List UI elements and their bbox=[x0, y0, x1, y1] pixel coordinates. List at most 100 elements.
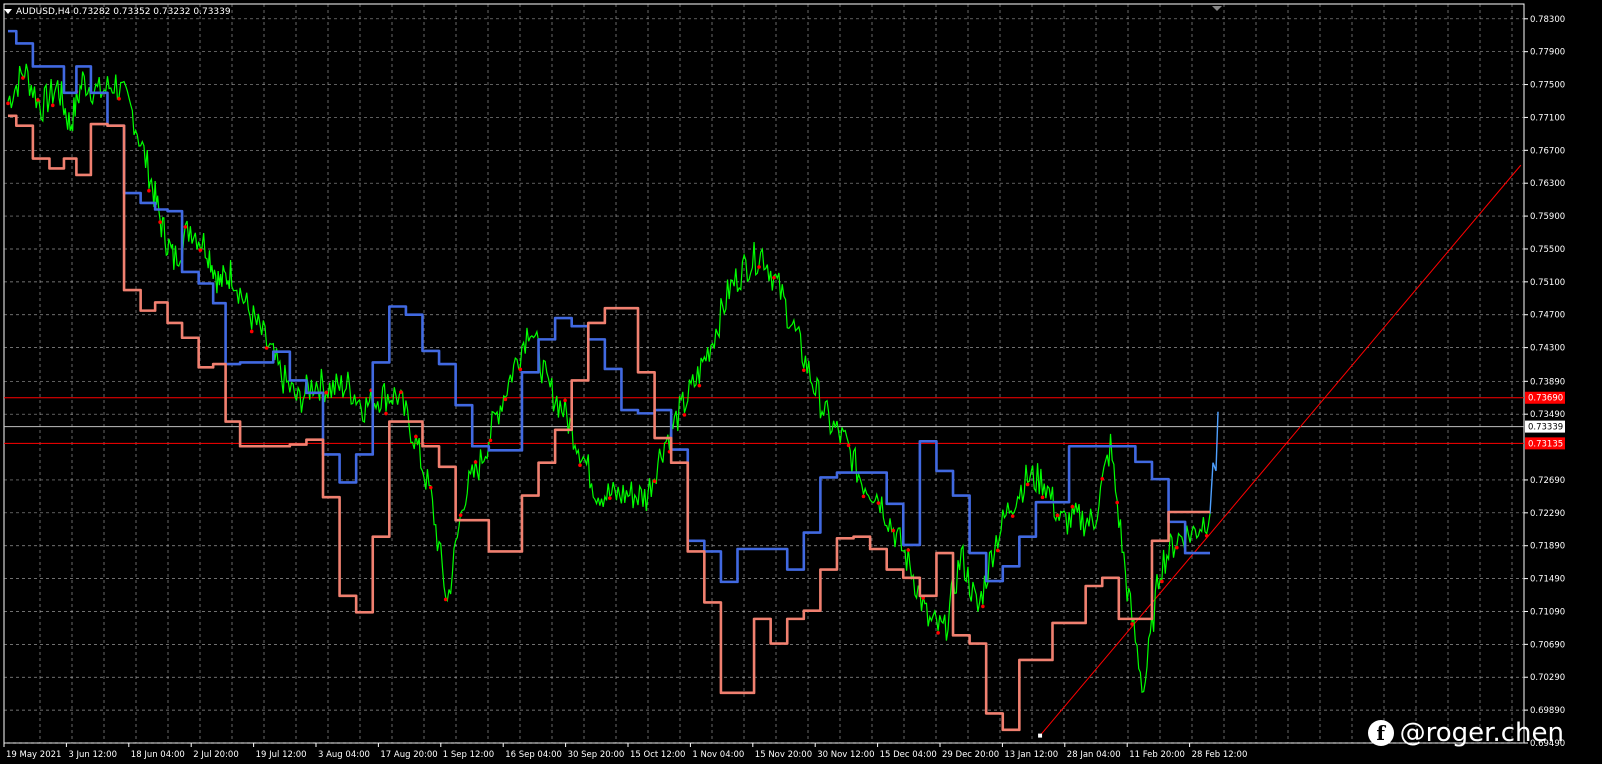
x-tick-label: 18 Jun 04:00 bbox=[131, 750, 185, 760]
x-tick-label: 1 Sep 12:00 bbox=[443, 750, 494, 760]
signal-dot bbox=[906, 548, 911, 552]
signal-dot bbox=[1040, 495, 1045, 500]
signal-dot bbox=[21, 76, 25, 80]
y-tick-label: 0.72290 bbox=[1530, 509, 1565, 519]
signal-dot bbox=[1115, 500, 1119, 505]
symbol-label: AUDUSD,H4 bbox=[16, 7, 71, 17]
y-tick-label: 0.75900 bbox=[1530, 212, 1565, 222]
signal-dot bbox=[249, 329, 254, 334]
signal-dot bbox=[1025, 482, 1030, 487]
x-tick-label: 30 Sep 20:00 bbox=[568, 750, 625, 760]
signal-dot bbox=[36, 98, 40, 102]
signal-dot bbox=[518, 367, 523, 372]
x-tick-label: 30 Nov 12:00 bbox=[817, 750, 874, 760]
x-tick-label: 15 Nov 20:00 bbox=[755, 750, 812, 760]
signal-dot bbox=[1100, 477, 1105, 481]
signal-dot bbox=[802, 368, 806, 373]
signal-dot bbox=[1160, 579, 1164, 584]
signal-dot bbox=[936, 631, 940, 635]
signal-dot bbox=[414, 434, 418, 439]
signal-dot bbox=[772, 275, 776, 280]
y-tick-label: 0.77500 bbox=[1530, 81, 1565, 91]
signal-dot bbox=[503, 397, 508, 402]
y-tick-label: 0.76700 bbox=[1530, 146, 1565, 156]
signal-dot bbox=[1070, 504, 1075, 509]
x-tick-label: 28 Feb 12:00 bbox=[1192, 750, 1248, 760]
trendline-anchor[interactable] bbox=[1038, 733, 1043, 738]
price-level-label: 0.73690 bbox=[1528, 394, 1563, 404]
x-tick-label: 19 Jul 12:00 bbox=[256, 750, 307, 760]
x-tick-label: 11 Feb 20:00 bbox=[1129, 750, 1185, 760]
y-tick-label: 0.72690 bbox=[1530, 476, 1565, 486]
y-tick-label: 0.70290 bbox=[1530, 673, 1565, 683]
y-tick-label: 0.74300 bbox=[1530, 344, 1565, 354]
price-level-label: 0.73339 bbox=[1528, 423, 1563, 433]
ohlc-readout: 0.73282 0.73352 0.73232 0.73339 bbox=[73, 7, 231, 17]
signal-dot bbox=[876, 501, 881, 505]
x-tick-label: 17 Aug 20:00 bbox=[380, 750, 437, 760]
signal-dot bbox=[428, 485, 433, 490]
signal-dot bbox=[682, 413, 687, 417]
signal-dot bbox=[1130, 622, 1134, 626]
signal-dot bbox=[443, 597, 448, 602]
signal-dot bbox=[183, 225, 188, 229]
x-tick-label: 2 Jul 20:00 bbox=[193, 750, 239, 760]
signal-dot bbox=[324, 390, 329, 395]
signal-dot bbox=[981, 604, 985, 609]
facebook-icon: f bbox=[1367, 720, 1394, 746]
x-tick-label: 3 Jun 12:00 bbox=[68, 750, 117, 760]
signal-dot bbox=[995, 548, 1000, 553]
watermark: f @roger.chen bbox=[1367, 718, 1564, 748]
signal-dot bbox=[473, 460, 478, 464]
signal-dot bbox=[488, 438, 493, 443]
x-tick-label: 15 Oct 12:00 bbox=[630, 750, 685, 760]
y-tick-label: 0.71890 bbox=[1530, 542, 1565, 552]
x-tick-label: 19 May 2021 bbox=[6, 750, 61, 760]
y-tick-label: 0.73890 bbox=[1530, 377, 1565, 387]
signal-dot bbox=[563, 398, 567, 403]
y-tick-label: 0.71490 bbox=[1530, 575, 1565, 585]
y-tick-label: 0.78300 bbox=[1530, 15, 1565, 25]
signal-dot bbox=[1010, 514, 1015, 518]
y-tick-label: 0.75100 bbox=[1530, 278, 1565, 288]
signal-dot bbox=[652, 479, 657, 483]
y-axis: 0.78300 0.77900 0.77500 0.77100 0.76700 0.763… bbox=[1524, 15, 1565, 749]
x-axis: 19 May 2021 3 Jun 12:00 18 Jun 04:00 2 Jul … bbox=[3, 743, 1248, 760]
signal-dot bbox=[6, 101, 10, 106]
signal-dot bbox=[147, 188, 151, 193]
signal-dot bbox=[1204, 533, 1209, 538]
signal-dot bbox=[158, 220, 162, 224]
x-tick-label: 3 Aug 04:00 bbox=[318, 750, 370, 760]
y-tick-label: 0.74700 bbox=[1530, 311, 1565, 321]
signal-dot bbox=[608, 496, 612, 500]
signal-dot bbox=[458, 513, 463, 517]
x-tick-label: 28 Jan 04:00 bbox=[1067, 750, 1121, 760]
x-tick-label: 1 Nov 04:00 bbox=[692, 750, 744, 760]
y-tick-label: 0.71090 bbox=[1530, 607, 1565, 617]
y-tick-label: 0.77900 bbox=[1530, 48, 1565, 58]
signal-dot bbox=[1175, 545, 1179, 550]
x-tick-label: 13 Jan 12:00 bbox=[1004, 750, 1058, 760]
y-tick-label: 0.69890 bbox=[1530, 706, 1565, 716]
signal-dot bbox=[50, 103, 55, 108]
signal-dot bbox=[117, 96, 121, 101]
price-level-label: 0.73135 bbox=[1528, 439, 1563, 449]
y-tick-label: 0.73490 bbox=[1530, 410, 1565, 420]
y-tick-label: 0.70690 bbox=[1530, 640, 1565, 650]
price-chart[interactable]: 0.73690 0.73339 0.73135 0.78300 0.77900 0.77… bbox=[0, 0, 1602, 764]
signal-dot bbox=[1055, 513, 1060, 518]
x-tick-label: 15 Dec 04:00 bbox=[880, 750, 937, 760]
signal-dot bbox=[198, 248, 203, 252]
watermark-text: @roger.chen bbox=[1399, 718, 1564, 748]
signal-dot bbox=[578, 463, 582, 467]
signal-dot bbox=[697, 383, 702, 388]
signal-dot bbox=[846, 443, 851, 448]
menu-arrow-icon[interactable] bbox=[4, 9, 12, 14]
signal-dot bbox=[891, 528, 896, 533]
x-tick-label: 29 Dec 20:00 bbox=[942, 750, 999, 760]
signal-dot bbox=[384, 411, 388, 416]
signal-dot bbox=[399, 390, 403, 394]
signal-dot bbox=[861, 494, 866, 499]
chart-header: AUDUSD,H4 0.73282 0.73352 0.73232 0.7333… bbox=[4, 7, 231, 17]
y-tick-label: 0.75500 bbox=[1530, 245, 1565, 255]
